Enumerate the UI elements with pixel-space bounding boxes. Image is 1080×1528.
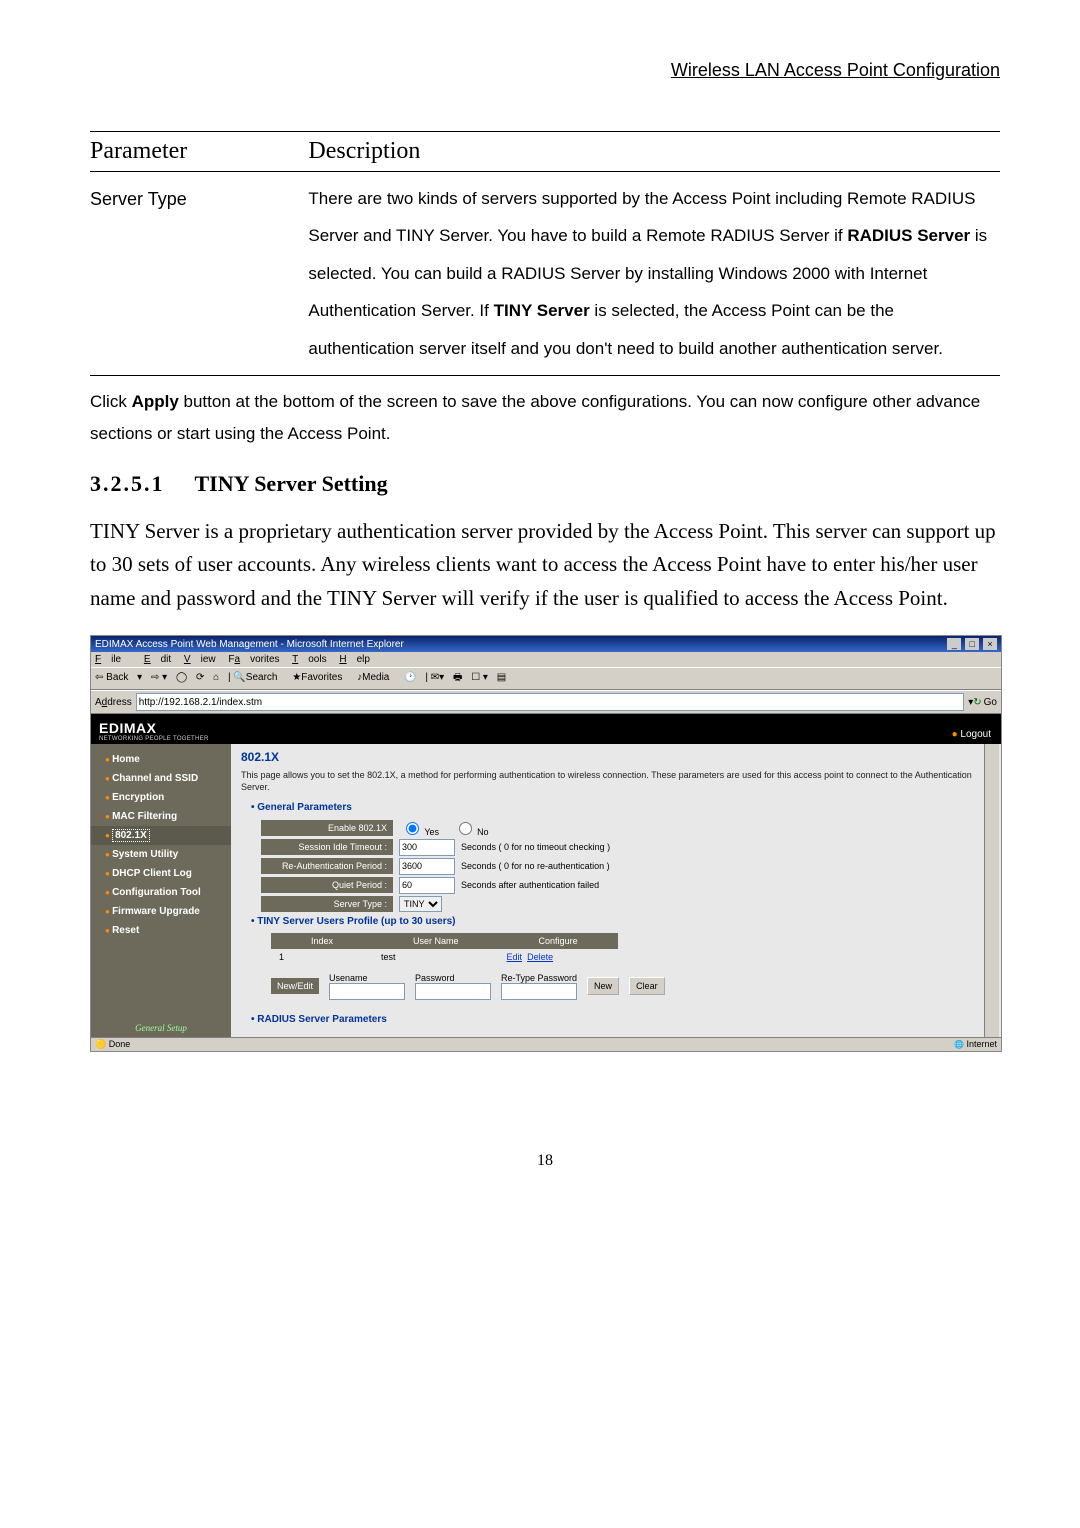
server-type-select[interactable]: TINY [399,896,442,912]
password-label: Password [415,973,491,983]
menu-favorites[interactable]: Favorites [228,654,279,665]
username-input[interactable] [329,983,405,1000]
close-icon[interactable]: × [983,638,997,650]
edit-link[interactable]: Edit [507,952,523,962]
menu-view[interactable]: View [184,654,216,665]
logout-link[interactable]: Logout [952,729,991,740]
sidebar-item-mac[interactable]: MAC Filtering [91,807,231,826]
repassword-input[interactable] [501,983,577,1000]
delete-link[interactable]: Delete [527,952,553,962]
cell-user: test [373,949,499,965]
table-row: 1 test Edit Delete [271,949,618,965]
favorites-button[interactable]: ★Favorites [292,672,348,683]
radio-no[interactable]: No [454,827,489,837]
ie-statusbar: 🟡 Done Internet [91,1037,1001,1051]
reauth-label: Re-Authentication Period : [261,858,393,874]
scrollbar[interactable] [984,744,999,1036]
status-done: 🟡 Done [95,1039,130,1050]
reauth-input[interactable] [399,858,455,875]
idle-timeout-label: Session Idle Timeout : [261,839,393,855]
menu-tools[interactable]: Tools [292,654,326,665]
quiet-hint: Seconds after authentication failed [461,880,599,890]
new-button[interactable]: New [587,977,619,995]
search-button[interactable]: 🔍Search [233,672,283,683]
brand-logo: EDIMAX [99,720,993,736]
parameter-table: Parameter Description Server Type There … [90,131,1000,376]
main-title: 802.1X [241,750,991,764]
users-table: Index User Name Configure 1 test Edit De… [271,933,618,965]
media-button[interactable]: ♪Media [357,672,395,683]
password-input[interactable] [415,983,491,1000]
idle-timeout-hint: Seconds ( 0 for no timeout checking ) [461,842,610,852]
sidebar-item-system[interactable]: System Utility [91,845,231,864]
mail-icon[interactable]: ✉▾ [431,672,444,683]
menu-help[interactable]: Help [339,654,370,665]
tiny-users-heading: TINY Server Users Profile (up to 30 user… [251,916,991,927]
embedded-screenshot: EDIMAX Access Point Web Management - Mic… [90,635,1002,1051]
th-configure: Configure [499,933,618,949]
sidebar-item-home[interactable]: Home [91,750,231,769]
brand-tagline: NETWORKING PEOPLE TOGETHER [99,736,993,742]
brand-header: EDIMAX NETWORKING PEOPLE TOGETHER Logout [91,714,1001,744]
th-username: User Name [373,933,499,949]
enable-8021x-label: Enable 802.1X [261,820,393,836]
td-param-name: Server Type [90,172,308,376]
page-number: 18 [90,1152,1000,1170]
ie-addressbar: Address ▾ Go [91,690,1001,714]
sidebar-item-8021x[interactable]: 802.1X [91,826,231,845]
home-icon[interactable]: ⌂ [213,672,219,683]
clear-button[interactable]: Clear [629,977,665,995]
forward-button[interactable]: ⇨ ▾ [151,672,167,683]
sidebar-item-channel[interactable]: Channel and SSID [91,769,231,788]
idle-timeout-input[interactable] [399,839,455,856]
go-button[interactable]: Go [973,697,997,708]
address-label: Address [95,697,132,708]
menu-file[interactable]: File [95,654,131,665]
body-paragraph: TINY Server is a proprietary authenticat… [90,515,1000,616]
print-icon[interactable]: 🖶 [453,672,462,683]
repassword-label: Re-Type Password [501,973,577,983]
url-input[interactable] [136,693,965,711]
ie-menubar: File Edit View Favorites Tools Help [91,652,1001,667]
minimize-icon[interactable]: _ [947,638,961,650]
maximize-icon[interactable]: □ [965,638,979,650]
reauth-hint: Seconds ( 0 for no re-authentication ) [461,861,610,871]
stop-icon[interactable]: ◯ [176,672,187,683]
radius-params-heading: RADIUS Server Parameters [251,1014,991,1025]
main-description: This page allows you to set the 802.1X, … [241,770,991,793]
status-zone: Internet [954,1039,997,1050]
th-description: Description [308,132,1000,172]
sidebar-item-firmware[interactable]: Firmware Upgrade [91,902,231,921]
username-label: Usename [329,973,405,983]
refresh-icon[interactable]: ⟳ [196,672,204,683]
server-type-label: Server Type : [261,896,393,912]
discuss-icon[interactable]: ▤ [497,672,506,683]
sidebar: Home Channel and SSID Encryption MAC Fil… [91,744,231,1036]
back-button[interactable]: ⇦ Back ▾ [95,672,142,683]
newedit-label: New/Edit [271,978,319,994]
ie-titlebar: EDIMAX Access Point Web Management - Mic… [91,636,1001,652]
edit-icon[interactable]: ☐ ▾ [471,672,488,683]
quiet-label: Quiet Period : [261,877,393,893]
cell-index: 1 [271,949,373,965]
td-param-desc: There are two kinds of servers supported… [308,172,1000,376]
th-index: Index [271,933,373,949]
sidebar-item-config[interactable]: Configuration Tool [91,883,231,902]
ie-toolbar: ⇦ Back ▾ ⇨ ▾ ◯ ⟳ ⌂ | 🔍Search ★Favorites … [91,667,1001,690]
page-header: Wireless LAN Access Point Configuration [90,60,1000,81]
main-panel: 802.1X This page allows you to set the 8… [231,744,1001,1036]
section-heading: 3.2.5.1TINY Server Setting [90,471,1000,497]
radio-yes[interactable]: Yes [401,827,439,837]
apply-paragraph: Click Apply button at the bottom of the … [90,386,1000,451]
ie-title-text: EDIMAX Access Point Web Management - Mic… [95,639,404,650]
menu-edit[interactable]: Edit [144,654,171,665]
general-params-heading: General Parameters [251,802,991,813]
th-parameter: Parameter [90,132,308,172]
sidebar-item-reset[interactable]: Reset [91,921,231,940]
sidebar-item-dhcp[interactable]: DHCP Client Log [91,864,231,883]
quiet-input[interactable] [399,877,455,894]
history-icon[interactable]: 🕑 [404,672,416,683]
general-setup-label: General Setup [91,1023,231,1033]
sidebar-item-encryption[interactable]: Encryption [91,788,231,807]
